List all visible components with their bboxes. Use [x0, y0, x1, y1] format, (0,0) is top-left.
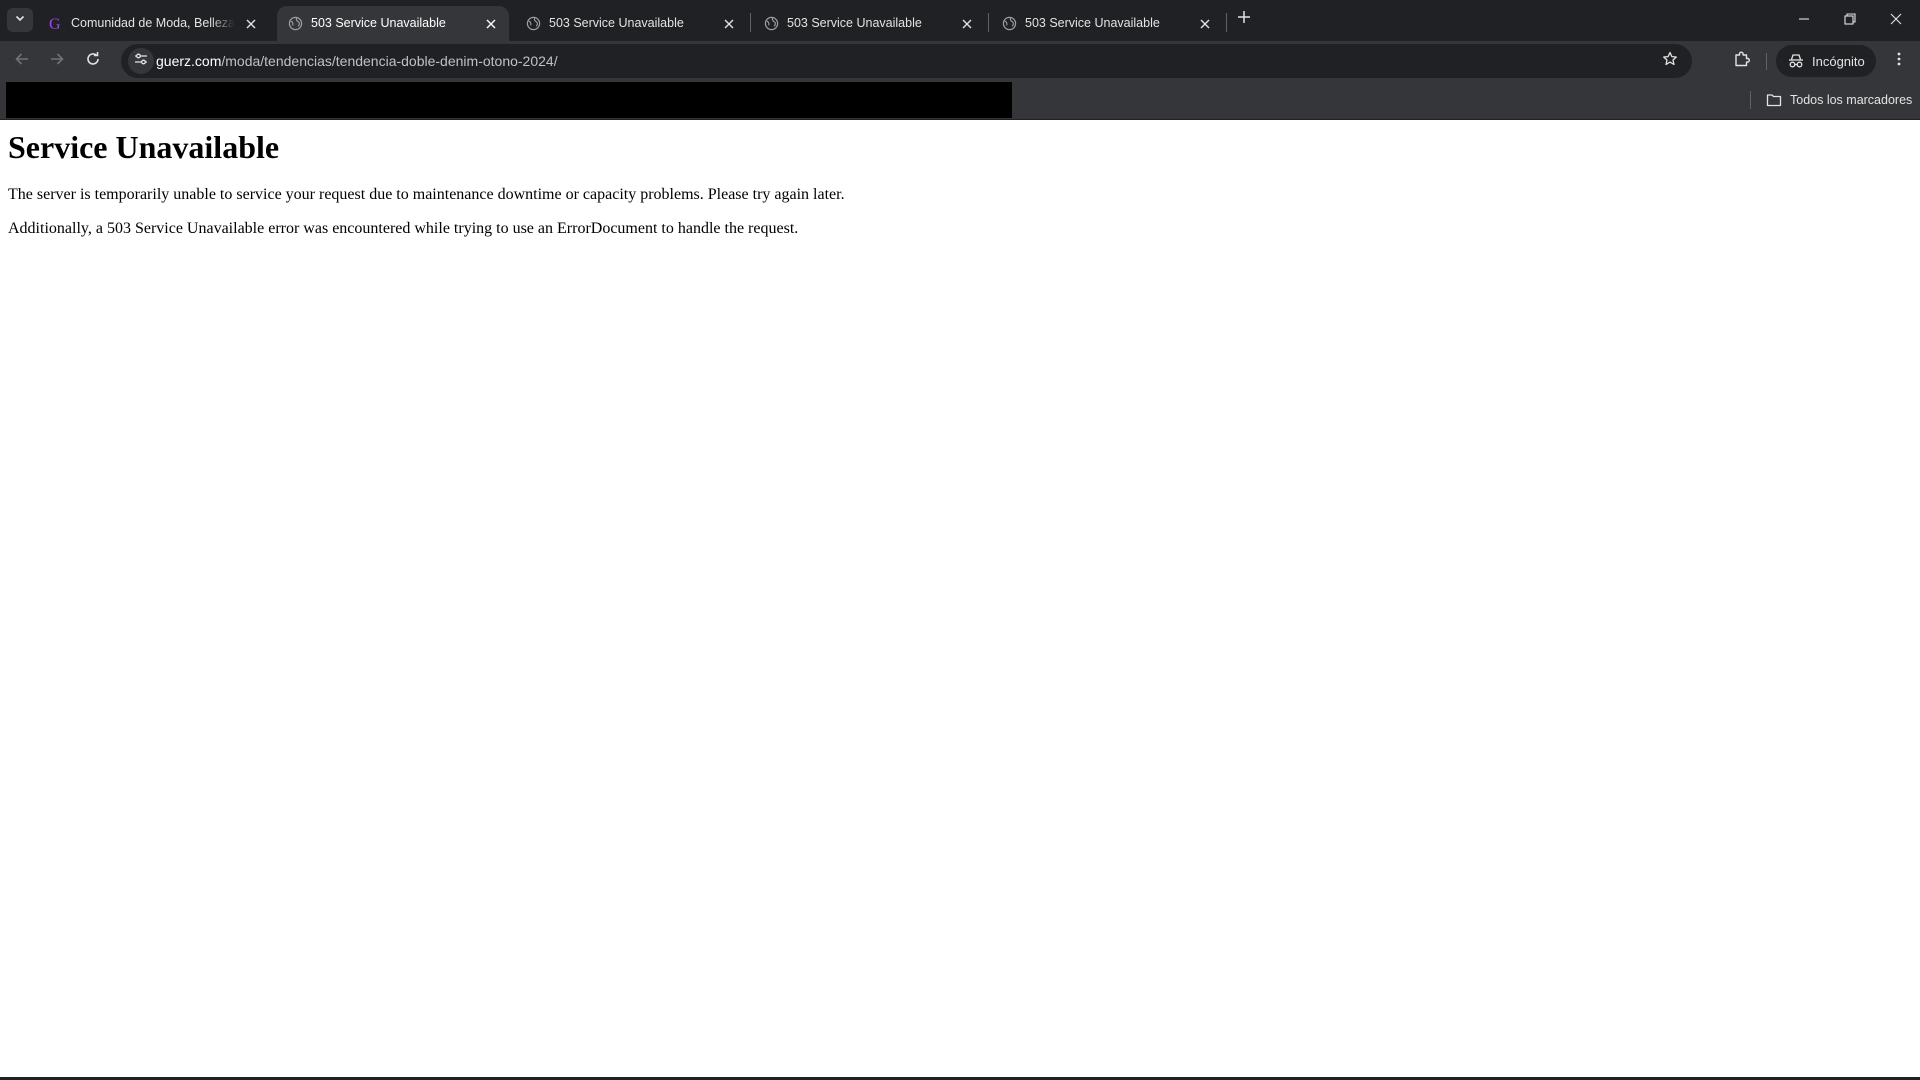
g-logo-icon: G: [47, 15, 64, 32]
tab-title: 503 Service Unavailable: [549, 16, 684, 30]
tab-3[interactable]: 503 Service Unavailable: [515, 6, 747, 41]
close-icon[interactable]: [482, 15, 499, 32]
all-bookmarks-button[interactable]: Todos los marcadores: [1766, 88, 1912, 112]
tab-4[interactable]: 503 Service Unavailable: [753, 6, 985, 41]
forward-button[interactable]: [42, 46, 72, 76]
tab-search-button[interactable]: [7, 8, 33, 32]
tab-title: 503 Service Unavailable: [311, 16, 446, 30]
menu-button[interactable]: [1884, 46, 1914, 76]
restore-icon: [1844, 12, 1856, 30]
globe-icon: [287, 15, 304, 32]
tab-separator: [1226, 13, 1227, 32]
bookmarks-bar: Todos los marcadores: [0, 81, 1920, 120]
incognito-button[interactable]: Incógnito: [1776, 45, 1876, 77]
address-bar[interactable]: guerz.com/moda/tendencias/tendencia-dobl…: [121, 44, 1692, 78]
url-text: guerz.com/moda/tendencias/tendencia-dobl…: [156, 53, 558, 69]
restore-button[interactable]: [1827, 0, 1873, 41]
close-icon[interactable]: [958, 15, 975, 32]
incognito-label: Incógnito: [1812, 53, 1865, 69]
close-icon[interactable]: [242, 15, 259, 32]
tab-title: 503 Service Unavailable: [787, 16, 922, 30]
tab-2[interactable]: 503 Service Unavailable: [277, 6, 509, 41]
redacted-bookmarks-area: [6, 82, 1012, 118]
puzzle-icon: [1733, 50, 1751, 73]
close-icon[interactable]: [720, 15, 737, 32]
bookmarks-separator: [1750, 91, 1751, 109]
page-title: Service Unavailable: [8, 129, 280, 165]
close-icon: [1890, 12, 1902, 30]
globe-icon: [1001, 15, 1018, 32]
arrow-right-icon: [49, 51, 65, 72]
reload-button[interactable]: [78, 46, 108, 76]
page-content: Service Unavailable The server is tempor…: [0, 121, 1920, 1077]
extensions-button[interactable]: [1727, 46, 1757, 76]
tab-1[interactable]: G Comunidad de Moda, Belleza, Estilo de …: [37, 6, 269, 41]
tab-separator: [988, 13, 989, 32]
more-vert-icon: [1891, 51, 1907, 72]
folder-icon: [1766, 93, 1782, 107]
minimize-button[interactable]: [1781, 0, 1827, 41]
new-tab-button[interactable]: [1232, 7, 1256, 31]
bookmark-star-button[interactable]: [1658, 49, 1682, 73]
error-message: The server is temporarily unable to serv…: [8, 186, 845, 203]
back-button[interactable]: [7, 46, 37, 76]
url-host: guerz.com: [156, 53, 222, 69]
tab-title: Comunidad de Moda, Belleza, Estilo de Vi…: [71, 16, 235, 30]
site-info-button[interactable]: [128, 48, 154, 74]
minimize-icon: [1798, 12, 1810, 30]
globe-icon: [763, 15, 780, 32]
arrow-left-icon: [14, 51, 30, 72]
toolbar: guerz.com/moda/tendencias/tendencia-dobl…: [0, 41, 1920, 81]
all-bookmarks-label: Todos los marcadores: [1790, 93, 1913, 107]
tab-separator: [750, 13, 751, 32]
tune-icon: [134, 52, 148, 71]
plus-icon: [1237, 10, 1251, 29]
tab-strip: G Comunidad de Moda, Belleza, Estilo de …: [0, 0, 1920, 41]
globe-icon: [525, 15, 542, 32]
error-detail: Additionally, a 503 Service Unavailable …: [8, 220, 799, 237]
close-icon[interactable]: [1196, 15, 1213, 32]
tab-title: 503 Service Unavailable: [1025, 16, 1160, 30]
tab-5[interactable]: 503 Service Unavailable: [991, 6, 1223, 41]
incognito-icon: [1788, 53, 1804, 69]
chevron-down-icon: [14, 11, 26, 29]
star-icon: [1662, 51, 1678, 72]
url-path: /moda/tendencias/tendencia-doble-denim-o…: [221, 53, 558, 69]
toolbar-separator: [1766, 53, 1767, 70]
window-close-button[interactable]: [1873, 0, 1919, 41]
svg-text:G: G: [49, 16, 61, 32]
reload-icon: [85, 51, 101, 72]
